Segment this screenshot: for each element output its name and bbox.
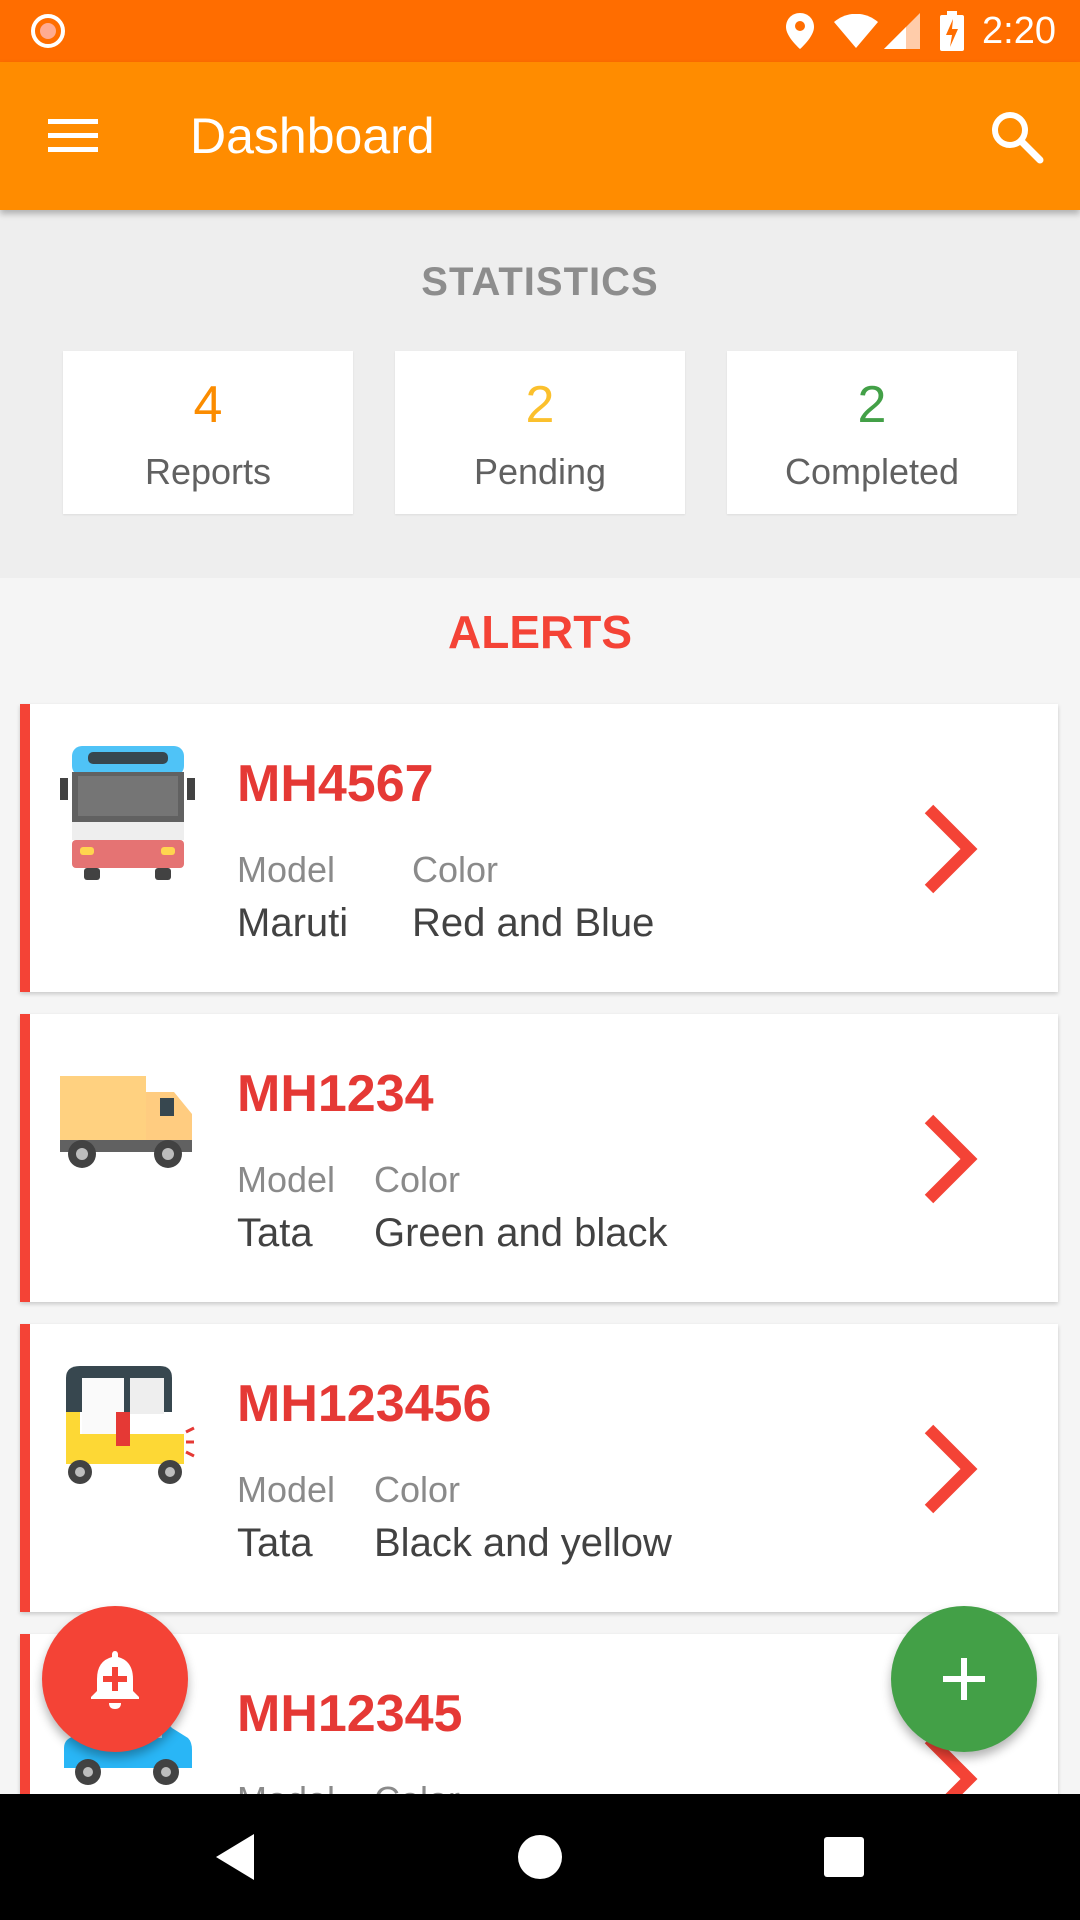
menu-icon[interactable] bbox=[44, 106, 104, 166]
model-field: Model Tata bbox=[237, 1469, 335, 1566]
location-icon bbox=[786, 13, 815, 49]
model-label: Model bbox=[237, 1469, 336, 1510]
bus-icon bbox=[60, 746, 195, 880]
battery-charging-icon bbox=[940, 11, 965, 51]
alert-card[interactable]: MH123456 Model Tata Color Black and yell… bbox=[20, 1324, 1058, 1612]
model-field: Model Tata bbox=[237, 1159, 335, 1256]
stat-card-reports[interactable]: 4 Reports bbox=[63, 351, 353, 514]
stat-label: Completed bbox=[784, 451, 960, 492]
alert-card[interactable]: MH1234 Model Tata Color Green and black bbox=[20, 1014, 1058, 1302]
statistics-title: STATISTICS bbox=[421, 260, 659, 304]
color-value: Black and yellow bbox=[374, 1521, 672, 1565]
chevron-right-icon[interactable] bbox=[915, 1419, 985, 1519]
home-icon[interactable] bbox=[510, 1827, 570, 1887]
wifi-icon bbox=[834, 14, 879, 48]
plus-icon bbox=[943, 1658, 985, 1700]
color-label: Color bbox=[374, 1469, 461, 1510]
color-label: Color bbox=[374, 1159, 461, 1200]
status-time: 2:20 bbox=[982, 9, 1056, 52]
search-icon[interactable] bbox=[986, 106, 1046, 166]
color-value: Red and Blue bbox=[412, 901, 655, 945]
color-field: Color Black and yellow bbox=[374, 1469, 672, 1566]
add-report-button[interactable] bbox=[891, 1606, 1037, 1752]
model-value: Tata bbox=[237, 1521, 313, 1565]
vehicle-plate: MH4567 bbox=[237, 755, 434, 813]
navigation-bar bbox=[0, 1794, 1080, 1920]
stat-label: Pending bbox=[473, 451, 607, 492]
model-value: Tata bbox=[237, 1211, 313, 1255]
alerts-title: ALERTS bbox=[448, 606, 632, 658]
app-bar: Dashboard bbox=[0, 62, 1080, 210]
recents-icon[interactable] bbox=[814, 1827, 874, 1887]
signal-icon bbox=[884, 13, 921, 49]
auto-rickshaw-icon bbox=[66, 1366, 195, 1484]
add-alert-button[interactable] bbox=[42, 1606, 188, 1752]
vehicle-plate: MH1234 bbox=[237, 1065, 434, 1123]
stat-value: 2 bbox=[525, 376, 555, 434]
color-field: Color Red and Blue bbox=[412, 849, 654, 946]
color-label: Color bbox=[374, 1779, 460, 1794]
vehicle-plate: MH12345 bbox=[237, 1685, 463, 1743]
color-field: Color bbox=[374, 1779, 460, 1794]
vehicle-plate: MH123456 bbox=[237, 1375, 492, 1433]
page-title: Dashboard bbox=[190, 108, 435, 164]
stat-card-pending[interactable]: 2 Pending bbox=[395, 351, 685, 514]
model-value: Maruti bbox=[237, 901, 349, 945]
record-icon bbox=[31, 14, 65, 48]
stat-value: 2 bbox=[857, 376, 887, 434]
color-label: Color bbox=[412, 849, 499, 890]
model-field: Model Maruti bbox=[237, 849, 348, 946]
model-label: Model bbox=[237, 1159, 336, 1200]
alarm-add-icon bbox=[91, 1651, 139, 1709]
status-bar: 2:20 bbox=[0, 0, 1080, 62]
chevron-right-icon[interactable] bbox=[915, 799, 985, 899]
stat-label: Reports bbox=[144, 451, 272, 492]
color-field: Color Green and black bbox=[374, 1159, 668, 1256]
alert-card[interactable]: MH4567 Model Maruti Color Red and Blue bbox=[20, 704, 1058, 992]
chevron-right-icon[interactable] bbox=[915, 1109, 985, 1209]
model-field: Model bbox=[237, 1779, 335, 1794]
truck-icon bbox=[60, 1076, 192, 1168]
back-icon[interactable] bbox=[206, 1827, 266, 1887]
statistics-section: STATISTICS 4 Reports 2 Pending 2 Complet… bbox=[0, 210, 1080, 578]
color-value: Green and black bbox=[374, 1211, 668, 1255]
stat-card-completed[interactable]: 2 Completed bbox=[727, 351, 1017, 514]
stat-value: 4 bbox=[193, 376, 223, 434]
model-label: Model bbox=[237, 1779, 335, 1794]
model-label: Model bbox=[237, 849, 336, 890]
